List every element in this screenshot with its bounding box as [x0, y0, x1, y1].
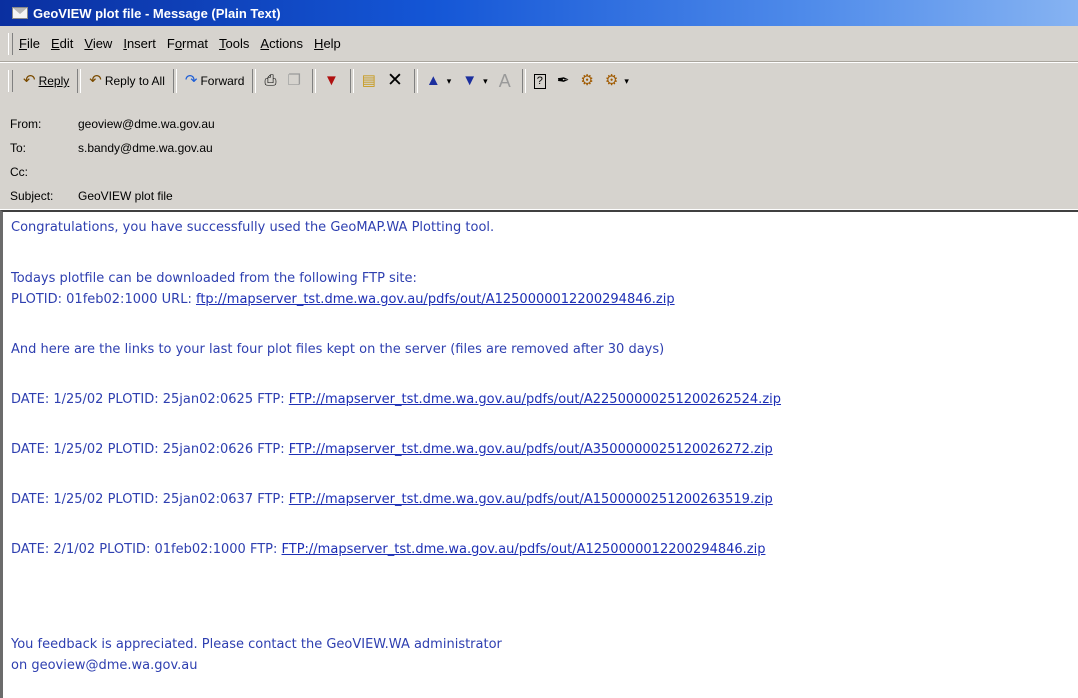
action-button-1[interactable]: ⚙ [576, 68, 600, 94]
links-intro-text: And here are the links to your last four… [11, 342, 665, 357]
move-to-folder-button[interactable]: ▤ [358, 68, 383, 94]
font-size-icon: A [498, 71, 511, 91]
plot-history-link[interactable]: FTP://mapserver_tst.dme.wa.gov.au/pdfs/o… [289, 442, 773, 457]
forward-label: Forward [200, 74, 245, 88]
from-label: From: [10, 117, 42, 131]
copy-icon: ❐ [287, 72, 301, 89]
font-size-button[interactable]: A [495, 68, 518, 94]
to-label: To: [10, 141, 27, 155]
cc-row: Cc: [10, 165, 78, 179]
download-intro-text: Todays plotfile can be downloaded from t… [11, 271, 417, 286]
action-icon: ⚙ [604, 72, 619, 89]
folder-icon: ▤ [361, 72, 376, 89]
plot-history-link[interactable]: FTP://mapserver_tst.dme.wa.gov.au/pdfs/o… [289, 492, 773, 507]
toolbar-separator [252, 69, 257, 93]
copy-button[interactable]: ❐ [283, 68, 307, 94]
plot-history-row: DATE: 1/25/02 PLOTID: 25jan02:0637 FTP: … [11, 492, 773, 507]
print-icon: ⎙ [264, 72, 277, 89]
menu-format[interactable]: Format [167, 36, 208, 51]
assistant-button[interactable]: ✒ [553, 68, 577, 94]
from-row: From: geoview@dme.wa.gov.au [10, 117, 215, 131]
menu-view[interactable]: View [84, 36, 112, 51]
toolbar-separator [311, 69, 316, 93]
action-icon: ⚙ [580, 72, 594, 89]
access-key: I [123, 36, 127, 51]
reply-all-label: Reply to All [104, 74, 165, 88]
print-button[interactable]: ⎙ [260, 68, 283, 94]
subject-label: Subject: [10, 189, 54, 203]
down-arrow-icon: ▼ [462, 72, 478, 89]
menu-help[interactable]: Help [314, 36, 341, 51]
flag-icon: ▼ [323, 72, 339, 89]
toolbar-separator [77, 69, 82, 93]
to-value[interactable]: s.bandy@dme.wa.gov.au [78, 141, 213, 155]
forward-button[interactable]: ↷ Forward [181, 68, 249, 94]
access-key: T [219, 36, 226, 51]
reply-all-button[interactable]: ↶ Reply to All [85, 68, 169, 94]
menu-tools[interactable]: Tools [219, 36, 249, 51]
plot-history-row: DATE: 1/25/02 PLOTID: 25jan02:0625 FTP: … [11, 392, 781, 407]
access-key: E [50, 36, 60, 51]
reply-button[interactable]: ↶ Reply [19, 68, 73, 94]
plot-history-text: DATE: 2/1/02 PLOTID: 01feb02:1000 FTP: [11, 542, 282, 557]
dropdown-arrow-icon: ▾ [483, 75, 488, 86]
forward-icon: ↷ [184, 72, 198, 89]
menu-insert[interactable]: Insert [123, 36, 156, 51]
plot-history-link[interactable]: FTP://mapserver_tst.dme.wa.gov.au/pdfs/o… [289, 392, 781, 407]
flag-button[interactable]: ▼ [320, 68, 346, 94]
feedback-text: You feedback is appreciated. Please cont… [11, 637, 502, 652]
subject-row: Subject: GeoVIEW plot file [10, 189, 173, 203]
dropdown-arrow-icon: ▾ [446, 75, 452, 86]
access-key: H [314, 36, 324, 51]
toolbar-separator [521, 69, 526, 93]
toolbar-grip[interactable] [8, 70, 13, 92]
cc-label: Cc: [10, 165, 28, 179]
reply-icon: ↶ [23, 72, 36, 89]
message-body[interactable]: Congratulations, you have successfully u… [0, 210, 1078, 698]
up-arrow-icon: ▲ [425, 72, 441, 89]
reply-label: Reply [38, 74, 70, 88]
title-bar: GeoVIEW plot file - Message (Plain Text) [0, 0, 1078, 26]
toolbar-separator [349, 69, 354, 93]
from-value[interactable]: geoview@dme.wa.gov.au [78, 117, 215, 131]
message-icon [12, 7, 28, 19]
plot-history-text: DATE: 1/25/02 PLOTID: 25jan02:0626 FTP: [11, 442, 289, 457]
next-item-button[interactable]: ▼ ▾ [458, 68, 494, 94]
plot-line: PLOTID: 01feb02:1000 URL: ftp://mapserve… [11, 292, 675, 307]
menu-file[interactable]: File [19, 36, 40, 51]
menu-bar: File Edit View Insert Format Tools Actio… [0, 26, 1078, 62]
plot-history-row: DATE: 1/25/02 PLOTID: 25jan02:0626 FTP: … [11, 442, 773, 457]
window-title: GeoVIEW plot file - Message (Plain Text) [33, 5, 281, 21]
menu-edit[interactable]: Edit [51, 36, 73, 51]
delete-icon: ✕ [386, 70, 403, 91]
plot-history-text: DATE: 1/25/02 PLOTID: 25jan02:0637 FTP: [11, 492, 289, 507]
plot-history-link[interactable]: FTP://mapserver_tst.dme.wa.gov.au/pdfs/o… [282, 542, 766, 557]
help-icon: ? [533, 73, 546, 89]
plot-history-row: DATE: 2/1/02 PLOTID: 01feb02:1000 FTP: F… [11, 542, 765, 557]
contact-text: on geoview@dme.wa.gov.au [11, 658, 198, 673]
plot-ftp-link[interactable]: ftp://mapserver_tst.dme.wa.gov.au/pdfs/o… [196, 292, 675, 307]
assistant-icon: ✒ [556, 72, 570, 89]
toolbar-separator [172, 69, 177, 93]
menu-actions[interactable]: Actions [260, 36, 303, 51]
plot-history-text: DATE: 1/25/02 PLOTID: 25jan02:0625 FTP: [11, 392, 289, 407]
subject-value: GeoVIEW plot file [78, 189, 173, 203]
access-key: A [260, 36, 270, 51]
toolbar-separator [413, 69, 418, 93]
menu-grip[interactable] [8, 32, 13, 55]
to-row: To: s.bandy@dme.wa.gov.au [10, 141, 213, 155]
previous-item-button[interactable]: ▲ ▾ [422, 68, 458, 94]
dropdown-arrow-icon: ▾ [624, 75, 629, 86]
message-header: From: geoview@dme.wa.gov.au To: s.bandy@… [0, 99, 1078, 209]
access-key: F [19, 36, 27, 51]
standard-toolbar: ↶ Reply ↶ Reply to All ↷ Forward ⎙ ❐ ▼ ▤… [0, 62, 1078, 100]
reply-all-icon: ↶ [89, 72, 102, 89]
access-key: V [84, 36, 93, 51]
plot-id-text: PLOTID: 01feb02:1000 URL: [11, 292, 196, 307]
access-key: o [174, 36, 183, 51]
help-button[interactable]: ? [530, 68, 553, 94]
delete-button[interactable]: ✕ [383, 68, 410, 94]
congrats-text: Congratulations, you have successfully u… [11, 220, 495, 235]
action-button-2[interactable]: ⚙ ▾ [601, 68, 636, 94]
